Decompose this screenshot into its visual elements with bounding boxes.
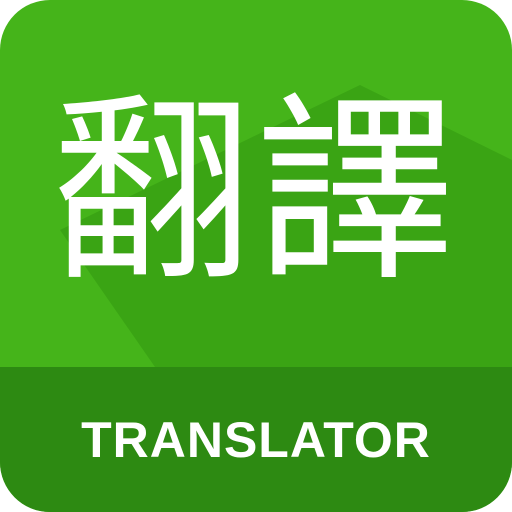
translator-label: TRANSLATOR [81, 412, 431, 468]
translate-glyphs: 翻譯 [51, 76, 460, 309]
translator-app-icon[interactable]: 翻譯 TRANSLATOR [0, 0, 512, 512]
